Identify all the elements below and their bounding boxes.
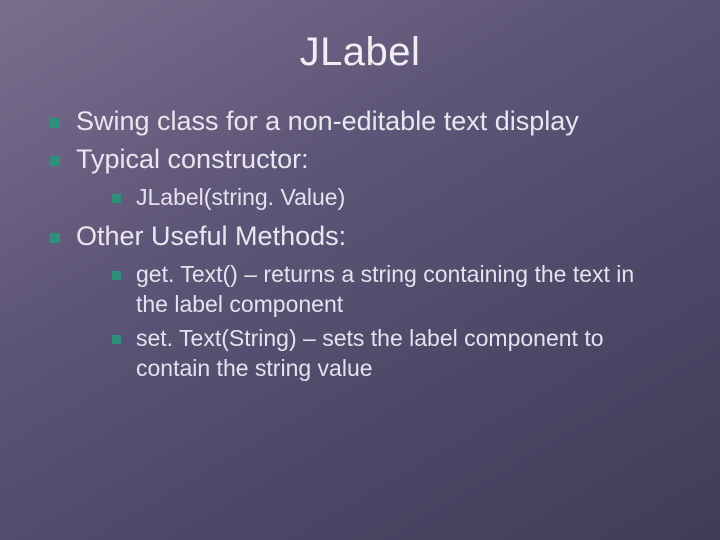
method-name: get. Text(): [136, 261, 238, 287]
sub-bullet-item: get. Text() – returns a string containin…: [112, 260, 672, 320]
slide: JLabel Swing class for a non-editable te…: [0, 0, 720, 540]
bullet-text: Swing class for a non-editable text disp…: [76, 106, 579, 136]
bullet-item: Other Useful Methods: get. Text() – retu…: [48, 220, 672, 383]
bullet-item: Swing class for a non-editable text disp…: [48, 105, 672, 139]
sub-bullet-text: JLabel(string. Value): [136, 184, 345, 210]
bullet-list-level2: get. Text() – returns a string containin…: [76, 260, 672, 384]
slide-title: JLabel: [48, 30, 672, 75]
bullet-item: Typical constructor: JLabel(string. Valu…: [48, 143, 672, 213]
sub-bullet-item: JLabel(string. Value): [112, 183, 672, 213]
bullet-list-level2: JLabel(string. Value): [76, 183, 672, 213]
method-name: set. Text(String): [136, 325, 297, 351]
sub-bullet-item: set. Text(String) – sets the label compo…: [112, 324, 672, 384]
bullet-text: Other Useful Methods:: [76, 221, 346, 251]
bullet-list-level1: Swing class for a non-editable text disp…: [48, 105, 672, 384]
bullet-text: Typical constructor:: [76, 144, 309, 174]
